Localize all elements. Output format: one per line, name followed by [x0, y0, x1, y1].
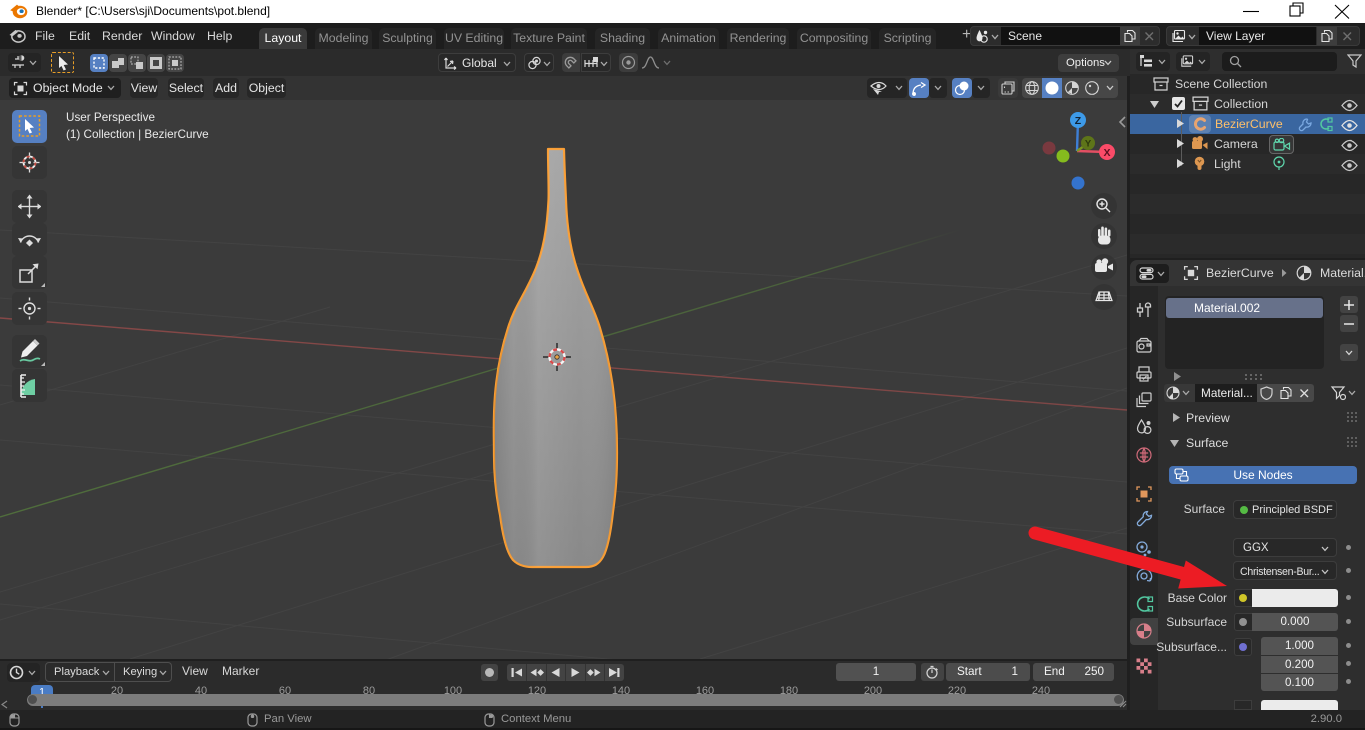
- svg-text:Z: Z: [1075, 115, 1082, 127]
- svg-text:X: X: [1103, 147, 1110, 159]
- svg-text:Y: Y: [1085, 139, 1092, 150]
